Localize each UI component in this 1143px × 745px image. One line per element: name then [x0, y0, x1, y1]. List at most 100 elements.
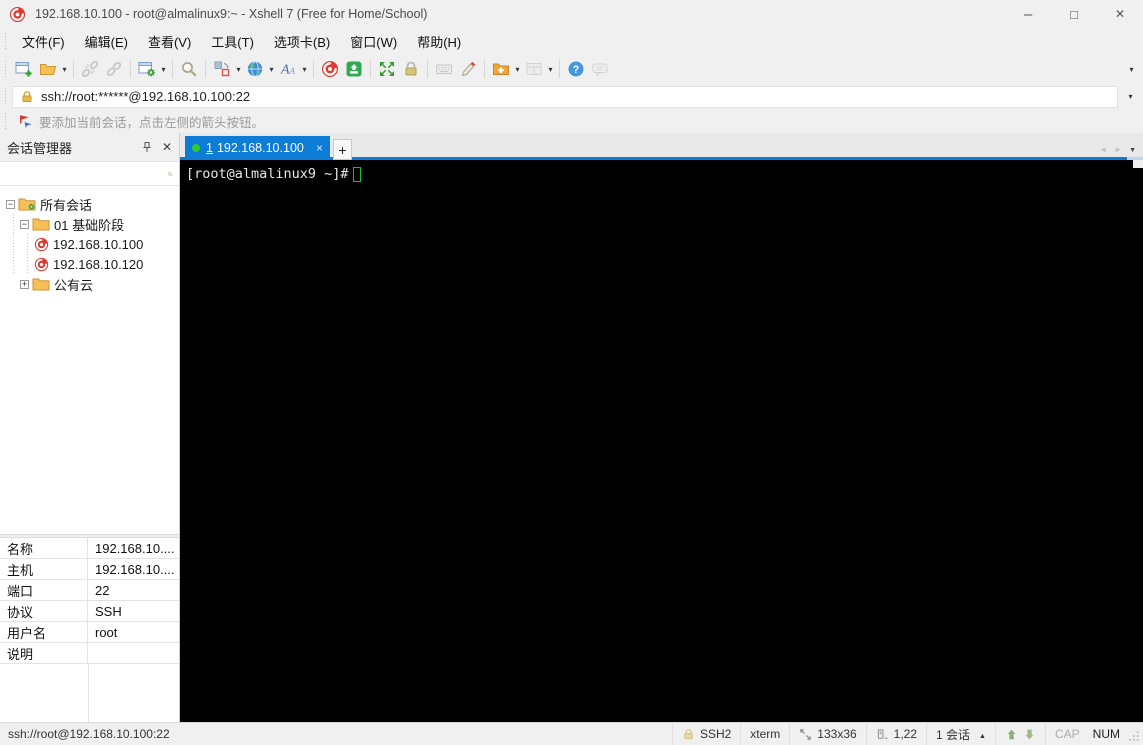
tab-active-session[interactable]: 1 192.168.10.100	[185, 136, 330, 160]
address-history-caret[interactable]	[1126, 92, 1135, 101]
menu-tab[interactable]: 选项卡(B)	[264, 29, 340, 54]
menu-bar: 文件(F) 编辑(E) 查看(V) 工具(T) 选项卡(B) 窗口(W) 帮助(…	[0, 28, 1143, 55]
scroll-up-icon[interactable]	[1005, 728, 1018, 741]
folder-plus-icon	[493, 63, 509, 75]
table-row: 端口 22	[0, 580, 179, 601]
status-size: 133x36	[789, 723, 865, 745]
status-lock-icon	[684, 728, 693, 739]
menu-view[interactable]: 查看(V)	[138, 29, 201, 54]
new-session-button[interactable]	[12, 58, 36, 81]
tile-layout-caret[interactable]	[234, 65, 243, 74]
addressbar-grip[interactable]	[3, 88, 7, 105]
prop-value: 192.168.10....	[95, 561, 175, 577]
menubar-grip[interactable]	[3, 33, 7, 50]
panel-close-icon[interactable]	[162, 140, 172, 154]
tree-item-session-100[interactable]: 192.168.10.100	[0, 234, 179, 254]
new-session-folder-caret[interactable]	[513, 65, 522, 74]
window-gear-icon	[138, 62, 155, 77]
address-input[interactable]: ssh://root:******@192.168.10.100:22	[12, 85, 1118, 108]
table-row: 说明	[0, 643, 179, 664]
prop-label: 主机	[0, 559, 88, 579]
terminal-cursor	[352, 166, 361, 182]
highlight-button[interactable]	[456, 58, 480, 81]
toolbar-grip[interactable]	[3, 60, 7, 78]
maximize-button[interactable]	[1051, 0, 1097, 28]
close-button[interactable]	[1097, 0, 1143, 28]
menu-help[interactable]: 帮助(H)	[407, 29, 471, 54]
terminal-prompt-line: [root@almalinux9 ~]#	[186, 166, 1141, 182]
lock-screen-button[interactable]	[399, 58, 423, 81]
terminal-pane: 1 192.168.10.100 [root@almalinux9 ~]#	[180, 133, 1143, 722]
menu-edit[interactable]: 编辑(E)	[75, 29, 138, 54]
session-list-caret-icon[interactable]	[975, 727, 986, 741]
terminal-screen[interactable]: [root@almalinux9 ~]#	[180, 160, 1143, 722]
svg-text:A: A	[280, 63, 290, 78]
address-bar: ssh://root:******@192.168.10.100:22	[0, 83, 1143, 110]
font-button[interactable]: AA	[276, 58, 300, 81]
expander-minus-icon[interactable]	[6, 199, 15, 209]
status-connection-text: ssh://root@192.168.10.100:22	[8, 727, 170, 741]
session-search-input[interactable]	[0, 162, 167, 185]
session-manager-panel: 会话管理器 所有会话 01 基础阶段	[0, 133, 180, 722]
new-session-folder-button[interactable]	[489, 58, 513, 81]
tab-scroll-right-icon[interactable]	[1114, 140, 1122, 155]
folder-icon	[32, 218, 50, 231]
search-icon[interactable]	[167, 167, 173, 181]
status-cursor-position: 1,22	[865, 723, 926, 745]
lock-icon	[405, 61, 417, 76]
expander-plus-icon[interactable]	[20, 279, 29, 289]
session-properties-button[interactable]	[135, 58, 159, 81]
tab-scroll-left-icon[interactable]	[1099, 140, 1107, 155]
tree-label: 192.168.10.120	[53, 256, 144, 272]
xftp-button[interactable]	[342, 58, 366, 81]
resize-grip[interactable]	[1129, 723, 1143, 745]
find-button[interactable]	[177, 58, 201, 81]
font-caret[interactable]	[300, 65, 309, 74]
search-icon	[182, 62, 197, 77]
help-button[interactable]: ?	[564, 58, 588, 81]
resize-grip-icon	[1129, 731, 1139, 741]
info-message: 要添加当前会话，点击左侧的箭头按钮。	[39, 116, 265, 130]
session-manager-title: 会话管理器	[7, 140, 73, 156]
toolbar-separator	[130, 60, 131, 78]
tab-list-caret-icon[interactable]	[1129, 140, 1136, 155]
main-area: 会话管理器 所有会话 01 基础阶段	[0, 133, 1143, 722]
open-session-caret[interactable]	[60, 65, 69, 74]
session-properties-table: 名称 192.168.10.... 主机 192.168.10.... 端口 2…	[0, 538, 179, 722]
disconnect-button	[78, 58, 102, 81]
expander-minus-icon[interactable]	[20, 219, 29, 229]
toolbar-separator	[559, 60, 560, 78]
toolbar-separator	[205, 60, 206, 78]
fullscreen-button[interactable]	[375, 58, 399, 81]
new-tab-button[interactable]	[333, 139, 352, 160]
session-properties-caret[interactable]	[159, 65, 168, 74]
tab-close-icon[interactable]	[316, 141, 323, 155]
web-browser-button[interactable]	[243, 58, 267, 81]
prop-value: 192.168.10....	[95, 540, 175, 556]
feedback-button	[588, 58, 612, 81]
web-browser-caret[interactable]	[267, 65, 276, 74]
open-session-button[interactable]	[36, 58, 60, 81]
toolbar-overflow-caret[interactable]	[1127, 65, 1136, 74]
minimize-button[interactable]	[1005, 0, 1051, 28]
scroll-down-icon[interactable]	[1023, 728, 1036, 741]
chain-icon	[106, 61, 122, 77]
pane-layout-caret[interactable]	[546, 65, 555, 74]
status-session-count[interactable]: 1 会话	[926, 723, 995, 745]
tree-item-folder-basic[interactable]: 01 基础阶段	[0, 214, 179, 234]
table-row: 用户名 root	[0, 622, 179, 643]
xshell-button[interactable]	[318, 58, 342, 81]
toolbar-separator	[73, 60, 74, 78]
menu-file[interactable]: 文件(F)	[12, 29, 75, 54]
caps-lock-indicator: CAP	[1054, 727, 1080, 741]
terminal-scrollbar[interactable]	[1133, 160, 1143, 168]
menu-window[interactable]: 窗口(W)	[340, 29, 407, 54]
tree-item-folder-cloud[interactable]: 公有云	[0, 274, 179, 294]
tree-item-all-sessions[interactable]: 所有会话	[0, 194, 179, 214]
tab-number: 1	[206, 141, 213, 155]
pin-icon[interactable]	[141, 141, 153, 153]
tree-item-session-120[interactable]: 192.168.10.120	[0, 254, 179, 274]
menu-tools[interactable]: 工具(T)	[201, 29, 264, 54]
infobar-grip[interactable]	[3, 113, 7, 130]
tile-layout-button[interactable]	[210, 58, 234, 81]
